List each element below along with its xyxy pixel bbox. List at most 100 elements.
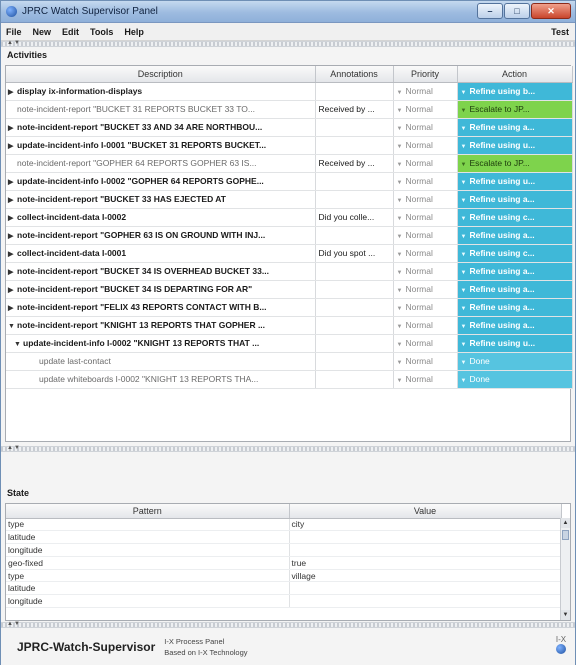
- action-selector[interactable]: ▼ Refine using a...: [457, 118, 571, 135]
- priority-cell[interactable]: ▼ Normal: [393, 226, 458, 245]
- dropdown-arrow-icon[interactable]: ▼: [397, 198, 403, 204]
- priority-cell[interactable]: ▼ Normal: [393, 136, 458, 155]
- dropdown-arrow-icon[interactable]: ▼: [461, 126, 467, 132]
- state-row[interactable]: longitude: [6, 543, 562, 557]
- annotation-cell[interactable]: [315, 136, 394, 155]
- priority-cell[interactable]: ▼ Normal: [393, 352, 458, 371]
- description-cell[interactable]: note-incident-report "GOPHER 64 REPORTS …: [6, 154, 316, 173]
- annotation-cell[interactable]: [315, 352, 394, 371]
- expand-arrow-icon[interactable]: ▶: [8, 232, 17, 240]
- action-cell[interactable]: ▼ Done: [457, 352, 573, 371]
- dropdown-arrow-icon[interactable]: ▼: [461, 360, 467, 366]
- collapse-arrow-icon[interactable]: ▼: [14, 341, 23, 348]
- dropdown-arrow-icon[interactable]: ▼: [397, 360, 403, 366]
- bottom-splitter[interactable]: ▲▼: [1, 621, 575, 628]
- action-cell[interactable]: ▼ Refine using c...: [457, 244, 573, 263]
- dropdown-arrow-icon[interactable]: ▼: [461, 162, 467, 168]
- description-cell[interactable]: ▶ note-incident-report "BUCKET 34 IS DEPA…: [6, 280, 316, 299]
- dropdown-arrow-icon[interactable]: ▼: [461, 270, 467, 276]
- middle-splitter[interactable]: ▲▼: [1, 445, 575, 452]
- priority-cell[interactable]: ▼ Normal: [393, 154, 458, 173]
- top-splitter[interactable]: ▲▼: [1, 40, 575, 47]
- activity-row[interactable]: ▶ note-incident-report "BUCKET 34 IS DEPA…: [6, 280, 573, 299]
- description-cell[interactable]: ▶ collect-incident-data I-0001: [6, 244, 316, 263]
- priority-cell[interactable]: ▼ Normal: [393, 244, 458, 263]
- state-row[interactable]: longitude: [6, 594, 562, 609]
- description-cell[interactable]: ▶ note-incident-report "BUCKET 33 HAS EJE…: [6, 190, 316, 209]
- value-cell[interactable]: [289, 543, 562, 557]
- annotation-cell[interactable]: Did you spot ...: [315, 244, 394, 263]
- pattern-cell[interactable]: longitude: [6, 543, 290, 557]
- action-selector[interactable]: ▼ Done: [457, 370, 571, 387]
- action-selector[interactable]: ▼ Refine using b...: [457, 82, 571, 99]
- minimize-button[interactable]: –: [477, 3, 503, 19]
- priority-cell[interactable]: ▼ Normal: [393, 280, 458, 299]
- action-selector[interactable]: ▼ Escalate to JP...: [457, 100, 571, 117]
- annotation-cell[interactable]: [315, 316, 394, 335]
- column-header-action[interactable]: Action: [457, 66, 573, 83]
- expand-arrow-icon[interactable]: ▶: [8, 304, 17, 312]
- annotation-cell[interactable]: [315, 172, 394, 191]
- annotation-cell[interactable]: [315, 226, 394, 245]
- dropdown-arrow-icon[interactable]: ▼: [397, 162, 403, 168]
- dropdown-arrow-icon[interactable]: ▼: [461, 198, 467, 204]
- description-cell[interactable]: ▶ display ix-information-displays: [6, 82, 316, 101]
- priority-cell[interactable]: ▼ Normal: [393, 82, 458, 101]
- annotation-cell[interactable]: [315, 298, 394, 317]
- annotation-cell[interactable]: Did you colle...: [315, 208, 394, 227]
- action-cell[interactable]: ▼ Refine using a...: [457, 226, 573, 245]
- state-row[interactable]: latitude: [6, 530, 562, 545]
- column-header-annotations[interactable]: Annotations: [315, 66, 394, 83]
- action-selector[interactable]: ▼ Refine using u...: [457, 172, 571, 189]
- activity-row[interactable]: ▶ note-incident-report "FELIX 43 REPORTS …: [6, 298, 573, 317]
- menu-file[interactable]: File: [6, 27, 22, 37]
- annotation-cell[interactable]: [315, 190, 394, 209]
- activity-row[interactable]: ▼ note-incident-report "KNIGHT 13 REPORTS…: [6, 316, 573, 335]
- annotation-cell[interactable]: [315, 82, 394, 101]
- action-cell[interactable]: ▼ Refine using u...: [457, 172, 573, 191]
- action-cell[interactable]: ▼ Refine using a...: [457, 262, 573, 281]
- pattern-cell[interactable]: type: [6, 569, 290, 583]
- action-selector[interactable]: ▼ Refine using u...: [457, 136, 571, 153]
- maximize-button[interactable]: □: [504, 3, 530, 19]
- priority-cell[interactable]: ▼ Normal: [393, 334, 458, 353]
- action-selector[interactable]: ▼ Refine using c...: [457, 244, 571, 261]
- dropdown-arrow-icon[interactable]: ▼: [397, 270, 403, 276]
- pattern-cell[interactable]: latitude: [6, 530, 290, 545]
- scroll-down-icon[interactable]: ▼: [561, 610, 570, 620]
- dropdown-arrow-icon[interactable]: ▼: [461, 144, 467, 150]
- expand-arrow-icon[interactable]: ▶: [8, 88, 17, 96]
- activity-row[interactable]: ▶ collect-incident-data I-0002 Did you col…: [6, 208, 573, 227]
- activity-row[interactable]: update whiteboards I-0002 "KNIGHT 13 REP…: [6, 370, 573, 389]
- close-button[interactable]: ✕: [531, 3, 571, 19]
- action-cell[interactable]: ▼ Refine using b...: [457, 82, 573, 101]
- priority-cell[interactable]: ▼ Normal: [393, 100, 458, 119]
- menu-help[interactable]: Help: [124, 27, 144, 37]
- annotation-cell[interactable]: [315, 280, 394, 299]
- annotation-cell[interactable]: Received by ...: [315, 154, 394, 173]
- value-cell[interactable]: true: [289, 556, 562, 570]
- dropdown-arrow-icon[interactable]: ▼: [461, 216, 467, 222]
- action-cell[interactable]: ▼ Refine using c...: [457, 208, 573, 227]
- description-cell[interactable]: ▶ note-incident-report "BUCKET 33 AND 34 …: [6, 118, 316, 137]
- description-cell[interactable]: note-incident-report "BUCKET 31 REPORTS …: [6, 100, 316, 119]
- priority-cell[interactable]: ▼ Normal: [393, 316, 458, 335]
- dropdown-arrow-icon[interactable]: ▼: [397, 342, 403, 348]
- activity-row[interactable]: ▶ display ix-information-displays ▼ Normal ▼…: [6, 82, 573, 101]
- value-cell[interactable]: [289, 581, 562, 596]
- column-header-priority[interactable]: Priority: [393, 66, 458, 83]
- priority-cell[interactable]: ▼ Normal: [393, 118, 458, 137]
- action-selector[interactable]: ▼ Escalate to JP...: [457, 154, 571, 171]
- priority-cell[interactable]: ▼ Normal: [393, 172, 458, 191]
- expand-arrow-icon[interactable]: ▶: [8, 286, 17, 294]
- menu-test[interactable]: Test: [551, 27, 569, 37]
- state-row[interactable]: type city: [6, 518, 562, 532]
- priority-cell[interactable]: ▼ Normal: [393, 262, 458, 281]
- state-scrollbar[interactable]: ▲ ▼: [560, 518, 570, 620]
- action-selector[interactable]: ▼ Refine using a...: [457, 316, 571, 333]
- dropdown-arrow-icon[interactable]: ▼: [461, 180, 467, 186]
- activity-row[interactable]: ▶ collect-incident-data I-0001 Did you spo…: [6, 244, 573, 263]
- description-cell[interactable]: ▶ note-incident-report "BUCKET 34 IS OVER…: [6, 262, 316, 281]
- collapse-arrows-icon[interactable]: ▲▼: [7, 621, 21, 627]
- description-cell[interactable]: ▶ note-incident-report "GOPHER 63 IS ON G…: [6, 226, 316, 245]
